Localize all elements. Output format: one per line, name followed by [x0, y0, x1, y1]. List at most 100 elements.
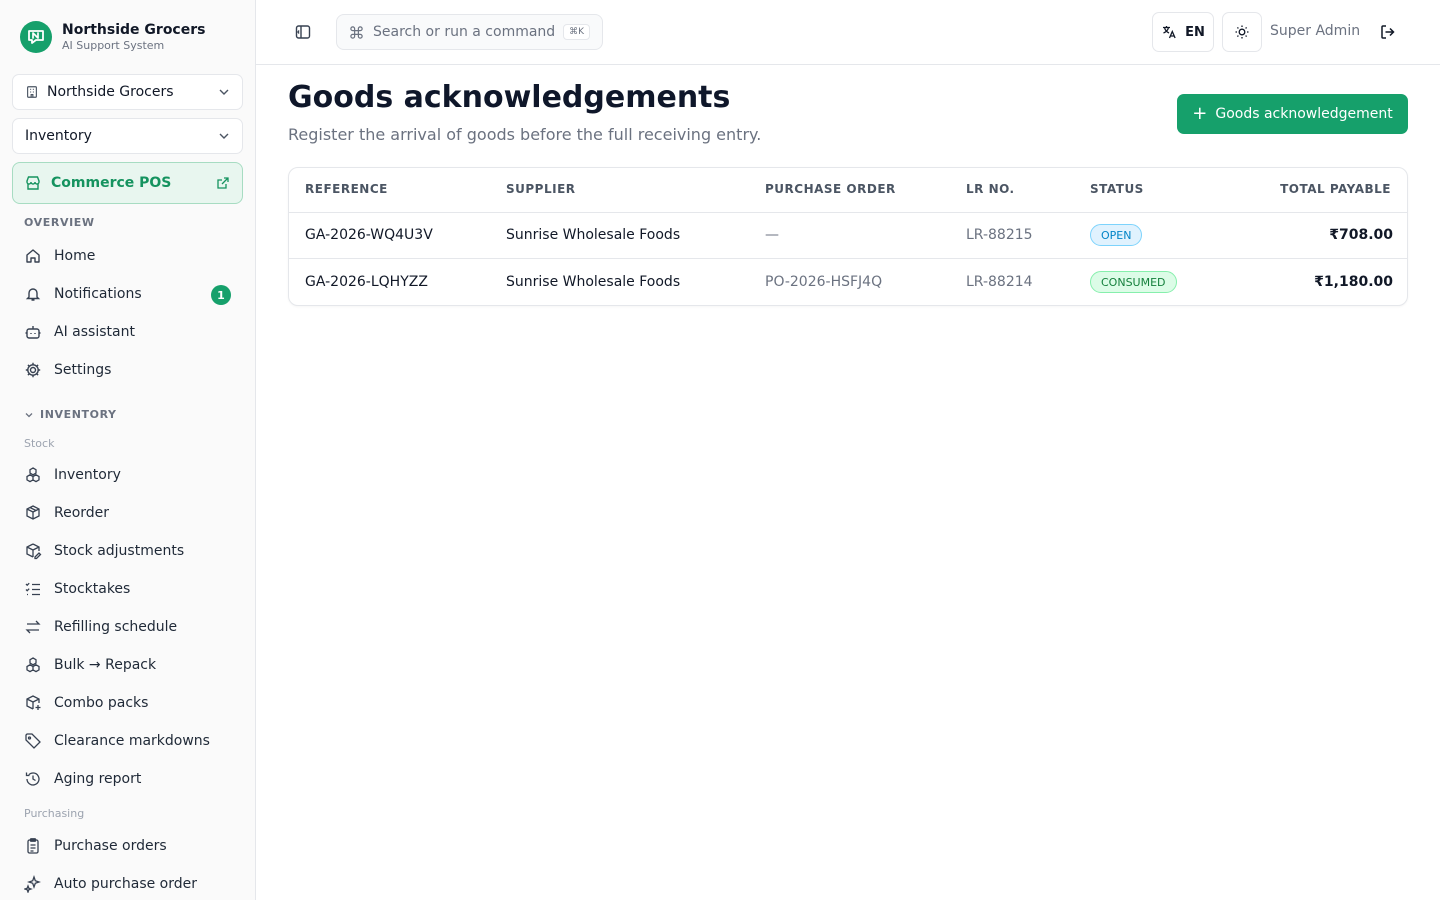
language-button[interactable]: EN	[1152, 12, 1214, 52]
commerce-pos-button[interactable]: Commerce POS	[12, 162, 243, 204]
notification-count-badge: 1	[211, 285, 231, 305]
nav-item-label: Notifications	[54, 286, 142, 302]
bot-icon	[24, 323, 42, 341]
nav-item-settings[interactable]: Settings	[12, 353, 243, 387]
purchase-order-cell: PO-2026-HSFJ4Q	[765, 274, 883, 290]
nav-item-label: Reorder	[54, 505, 110, 521]
supplier-cell: Sunrise Wholesale Foods	[506, 274, 681, 290]
stock-group-label: Stock	[24, 437, 55, 450]
arrows-exchange-icon	[24, 618, 42, 636]
theme-toggle-button[interactable]	[1222, 12, 1262, 52]
nav-item-combo-packs[interactable]: Combo packs	[12, 686, 243, 720]
nav-item-label: Aging report	[54, 771, 142, 787]
status-badge: CONSUMED	[1090, 271, 1177, 293]
search-shortcut-hint: ⌘K	[563, 24, 590, 40]
brand[interactable]: Northside Grocers AI Support System	[20, 21, 205, 53]
boxes-icon	[24, 656, 42, 674]
chevron-down-icon	[218, 86, 230, 102]
nav-item-label: Stock adjustments	[54, 543, 185, 559]
nav-item-label: Inventory	[54, 467, 121, 483]
chevron-down-icon	[218, 130, 230, 146]
goods-acknowledgements-table: REFERENCE SUPPLIER PURCHASE ORDER LR NO.…	[288, 167, 1408, 306]
clipboard-icon	[24, 837, 42, 855]
nav-item-bulk-repack[interactable]: Bulk → Repack	[12, 648, 243, 682]
column-header-lr-no[interactable]: LR NO.	[966, 182, 1015, 196]
gear-icon	[24, 361, 42, 379]
page-title: Goods acknowledgements	[288, 80, 731, 115]
organization-select[interactable]: Northside Grocers	[12, 74, 243, 110]
command-icon	[349, 25, 364, 40]
nav-item-label: Purchase orders	[54, 838, 167, 854]
nav-item-home[interactable]: Home	[12, 239, 243, 273]
nav-item-stock-adjustments[interactable]: Stock adjustments	[12, 534, 243, 568]
top-bar: Search or run a command ⌘K EN Super Admi…	[256, 0, 1440, 65]
nav-item-purchase-orders[interactable]: Purchase orders	[12, 829, 243, 863]
nav-item-ai-assistant[interactable]: AI assistant	[12, 315, 243, 349]
search-placeholder: Search or run a command	[373, 24, 556, 40]
nav-item-auto-purchase-order[interactable]: Auto purchase order	[12, 867, 243, 900]
brand-subtitle: AI Support System	[62, 38, 165, 52]
sidebar-toggle-icon[interactable]	[294, 23, 312, 41]
history-icon	[24, 770, 42, 788]
nav-item-refilling-schedule[interactable]: Refilling schedule	[12, 610, 243, 644]
building-icon	[25, 85, 39, 99]
nav-item-label: Home	[54, 248, 96, 264]
bell-icon	[24, 285, 42, 303]
boxes-icon	[24, 466, 42, 484]
nav-item-reorder[interactable]: Reorder	[12, 496, 243, 530]
table-row[interactable]: GA-2026-WQ4U3V Sunrise Wholesale Foods —…	[289, 212, 1407, 259]
nav-item-label: Auto purchase order	[54, 876, 198, 892]
nav-item-label: Combo packs	[54, 695, 149, 711]
package-icon	[24, 504, 42, 522]
nav-item-inventory[interactable]: Inventory	[12, 458, 243, 492]
total-payable-cell: ₹1,180.00	[1314, 274, 1393, 290]
nav-item-label: Settings	[54, 362, 112, 378]
nav-item-label: Refilling schedule	[54, 619, 178, 635]
sun-icon	[1234, 24, 1250, 40]
user-name[interactable]: Super Admin	[1270, 23, 1360, 39]
home-icon	[24, 247, 42, 265]
chevron-down-icon	[24, 410, 34, 420]
nav-item-label: Stocktakes	[54, 581, 131, 597]
nav-item-label: Clearance markdowns	[54, 733, 210, 749]
command-search-input[interactable]: Search or run a command ⌘K	[336, 14, 603, 50]
column-header-reference[interactable]: REFERENCE	[305, 182, 388, 196]
status-badge: OPEN	[1090, 224, 1143, 246]
organization-select-value: Northside Grocers	[47, 84, 174, 100]
list-check-icon	[24, 580, 42, 598]
store-icon	[25, 175, 41, 191]
package-plus-icon	[24, 694, 42, 712]
table-row[interactable]: GA-2026-LQHYZZ Sunrise Wholesale Foods P…	[289, 259, 1407, 305]
total-payable-cell: ₹708.00	[1329, 227, 1393, 243]
nav-item-stocktakes[interactable]: Stocktakes	[12, 572, 243, 606]
purchasing-group-label: Purchasing	[24, 807, 85, 820]
translate-icon	[1161, 24, 1177, 40]
inventory-section-toggle[interactable]: INVENTORY	[24, 408, 117, 421]
external-link-icon	[216, 176, 230, 194]
page-subtitle: Register the arrival of goods before the…	[288, 125, 762, 144]
column-header-total-payable[interactable]: TOTAL PAYABLE	[1280, 182, 1391, 196]
supplier-cell: Sunrise Wholesale Foods	[506, 227, 681, 243]
add-goods-acknowledgement-button[interactable]: + Goods acknowledgement	[1177, 94, 1408, 134]
column-header-supplier[interactable]: SUPPLIER	[506, 182, 576, 196]
column-header-status[interactable]: STATUS	[1090, 182, 1144, 196]
reference-cell: GA-2026-LQHYZZ	[305, 274, 428, 290]
module-select[interactable]: Inventory	[12, 118, 243, 154]
reference-cell: GA-2026-WQ4U3V	[305, 227, 433, 243]
language-label: EN	[1185, 24, 1205, 40]
column-header-purchase-order[interactable]: PURCHASE ORDER	[765, 182, 896, 196]
nav-item-label: AI assistant	[54, 324, 135, 340]
nav-item-clearance-markdowns[interactable]: Clearance markdowns	[12, 724, 243, 758]
purchase-order-cell: —	[765, 227, 779, 243]
plus-icon: +	[1192, 103, 1208, 124]
nav-item-notifications[interactable]: Notifications 1	[12, 277, 243, 311]
brand-logo-icon	[20, 21, 52, 53]
sparkles-icon	[24, 875, 42, 893]
module-select-value: Inventory	[25, 128, 92, 144]
overview-section-label: OVERVIEW	[24, 216, 95, 229]
commerce-pos-label: Commerce POS	[51, 175, 172, 191]
logout-icon[interactable]	[1378, 22, 1398, 42]
add-button-label: Goods acknowledgement	[1215, 106, 1393, 122]
lr-no-cell: LR-88215	[966, 227, 1033, 243]
nav-item-aging-report[interactable]: Aging report	[12, 762, 243, 796]
